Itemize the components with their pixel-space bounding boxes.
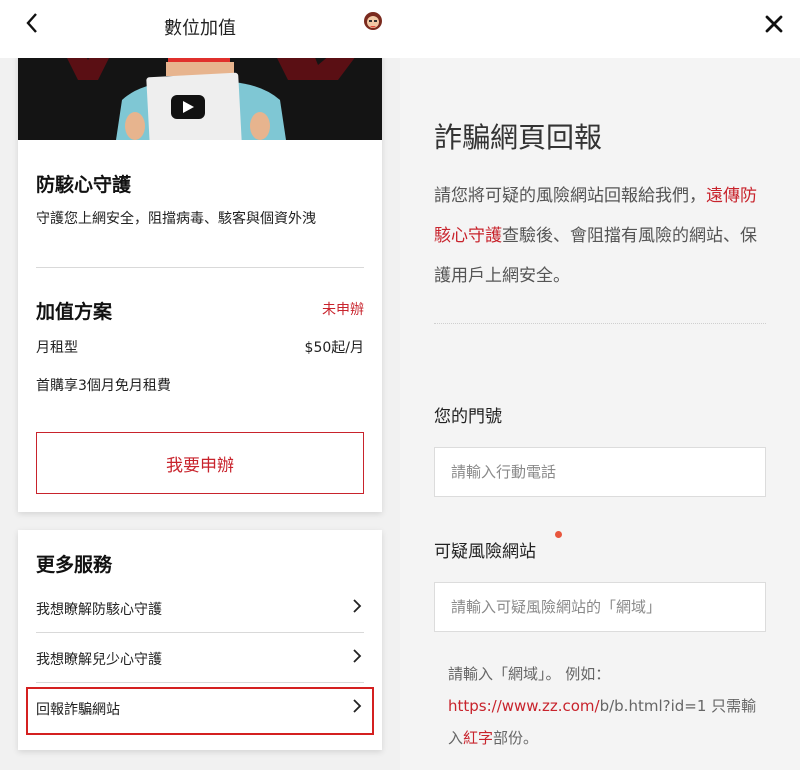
- chevron-right-icon: [350, 598, 364, 614]
- intro-text: 請您將可疑的風險網站回報給我們，: [434, 186, 706, 206]
- divider: [36, 682, 364, 683]
- report-title: 詐騙網頁回報: [434, 121, 603, 154]
- service-item-learn-anti-hack[interactable]: 我想瞭解防駭心守護: [36, 584, 364, 634]
- close-icon: [765, 15, 783, 33]
- domain-hint: 請輸入「網域」。 例如： https://www.zz.com/b/b.html?…: [448, 658, 766, 754]
- user-avatar-icon: [364, 12, 382, 30]
- required-indicator: [555, 531, 562, 538]
- report-intro: 請您將可疑的風險網站回報給我們，遠傳防駭心守護查驗後、會阻擋有風險的網站、保護用…: [434, 176, 764, 296]
- suspicious-site-input[interactable]: [434, 582, 766, 632]
- hint-red-word: 紅字: [463, 729, 494, 747]
- left-panel: 防駭心守護 守護您上網安全，阻擋病毒、駭客與個資外洩 加值方案 未申辦 月租型 …: [0, 0, 400, 770]
- more-services-card: 更多服務 我想瞭解防駭心守護 我想瞭解兒少心守護 回報詐騙網站: [18, 530, 382, 750]
- service-item-report-fraud-site[interactable]: 回報詐騙網站: [36, 684, 364, 734]
- chevron-right-icon: [350, 698, 364, 714]
- hint-text: 請輸入「網域」。 例如：: [448, 665, 611, 683]
- divider: [36, 267, 364, 268]
- top-bar: 數位加值: [0, 0, 400, 58]
- price-label: 月租型: [36, 340, 78, 356]
- site-field-label: 可疑風險網站: [434, 542, 536, 562]
- addon-title: 加值方案: [36, 301, 113, 323]
- dotted-divider: [434, 323, 766, 324]
- report-panel: 詐騙網頁回報 請您將可疑的風險網站回報給我們，遠傳防駭心守護查驗後、會阻擋有風險…: [400, 0, 800, 770]
- service-item-label: 我想瞭解防駭心守護: [36, 602, 162, 618]
- avatar[interactable]: [362, 10, 384, 32]
- service-item-learn-kids-guard[interactable]: 我想瞭解兒少心守護: [36, 634, 364, 684]
- hint-example-domain: https://www.zz.com/: [448, 697, 600, 715]
- close-button[interactable]: [762, 12, 786, 36]
- apply-button[interactable]: 我要申辦: [36, 432, 364, 494]
- report-panel-header: [400, 0, 800, 58]
- promo-text: 首購享3個月免月租費: [36, 378, 171, 394]
- chevron-right-icon: [350, 648, 364, 664]
- divider: [36, 632, 364, 633]
- service-item-label: 我想瞭解兒少心守護: [36, 652, 162, 668]
- service-item-label: 回報詐騙網站: [36, 702, 120, 718]
- status-badge: 未申辦: [322, 302, 364, 318]
- phone-input[interactable]: [434, 447, 766, 497]
- phone-field-label: 您的門號: [434, 407, 502, 427]
- plan-card: 防駭心守護 守護您上網安全，阻擋病毒、駭客與個資外洩 加值方案 未申辦 月租型 …: [18, 40, 382, 512]
- page-title: 數位加值: [164, 18, 236, 39]
- more-services-title: 更多服務: [36, 554, 113, 576]
- price-value: $50起/月: [304, 340, 364, 356]
- plan-title: 防駭心守護: [36, 174, 132, 196]
- plan-description: 守護您上網安全，阻擋病毒、駭客與個資外洩: [36, 211, 316, 227]
- hint-text: 部份。: [493, 729, 539, 747]
